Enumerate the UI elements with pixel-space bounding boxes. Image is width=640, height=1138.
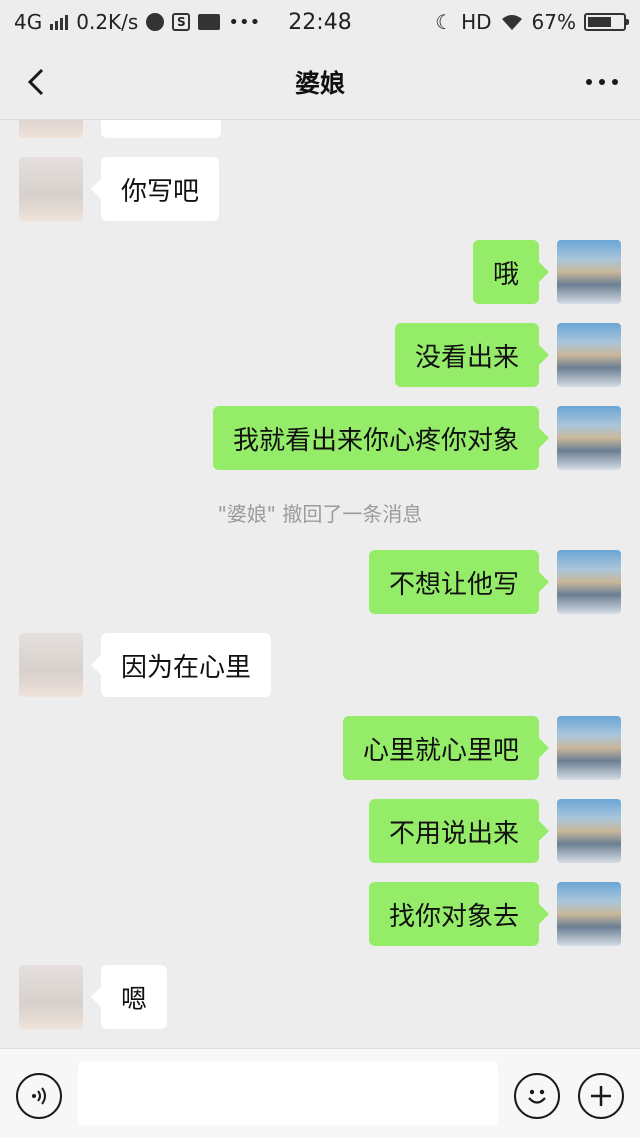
- add-button[interactable]: [578, 1073, 624, 1119]
- my-avatar[interactable]: [557, 406, 621, 470]
- message-bubble[interactable]: 我就看出来你心疼你对象: [212, 406, 550, 470]
- more-notifications-icon: •••: [228, 11, 261, 33]
- more-dots-icon: [586, 79, 618, 85]
- voice-button[interactable]: [16, 1073, 62, 1119]
- message-bubble[interactable]: 哦: [472, 240, 550, 304]
- contact-avatar[interactable]: [19, 965, 83, 1029]
- network-type: 4G: [14, 10, 43, 34]
- contact-avatar[interactable]: [19, 633, 83, 697]
- contact-avatar[interactable]: [19, 157, 83, 221]
- message-bubble[interactable]: 不想让他写: [368, 550, 550, 614]
- message-bubble[interactable]: 找你对象去: [368, 882, 550, 946]
- contact-avatar[interactable]: [19, 120, 83, 138]
- my-avatar[interactable]: [557, 240, 621, 304]
- battery-percent: 67%: [531, 10, 576, 34]
- voice-icon: [32, 1087, 46, 1105]
- message-bubble[interactable]: 嗯: [90, 965, 168, 1029]
- my-avatar[interactable]: [557, 550, 621, 614]
- video-icon: [198, 14, 221, 30]
- wifi-icon: [501, 15, 522, 30]
- plus-icon: [591, 1086, 611, 1106]
- more-button[interactable]: [582, 62, 622, 102]
- my-avatar[interactable]: [557, 323, 621, 387]
- message-input[interactable]: [78, 1061, 498, 1125]
- signal-icon: [50, 14, 69, 30]
- nav-bar: 婆娘: [0, 44, 640, 120]
- message-bubble-partial[interactable]: [101, 120, 221, 138]
- message-bubble[interactable]: 不用说出来: [368, 799, 550, 863]
- my-avatar[interactable]: [557, 716, 621, 780]
- chat-title: 婆娘: [294, 68, 345, 98]
- app-s-icon: S: [172, 13, 191, 31]
- chevron-left-icon: [27, 68, 44, 96]
- emoji-button[interactable]: [514, 1073, 560, 1119]
- status-left: 4G 0.2K/s S •••: [14, 10, 435, 34]
- my-avatar[interactable]: [557, 799, 621, 863]
- message-bubble[interactable]: 你写吧: [90, 157, 220, 221]
- status-right: ☾ HD 67%: [435, 10, 629, 34]
- message-bubble[interactable]: 心里就心里吧: [342, 716, 550, 780]
- status-bar: 4G 0.2K/s S ••• 22:48 ☾ HD 67%: [0, 0, 640, 44]
- message-bubble[interactable]: 因为在心里: [90, 633, 272, 697]
- network-speed: 0.2K/s: [76, 10, 139, 34]
- hd-indicator: HD: [461, 10, 492, 34]
- battery-icon: [584, 13, 629, 31]
- moon-icon: ☾: [435, 10, 454, 34]
- message-bubble[interactable]: 没看出来: [394, 323, 550, 387]
- back-button[interactable]: [18, 62, 58, 102]
- input-bar: [0, 1048, 640, 1138]
- my-avatar[interactable]: [557, 882, 621, 946]
- emoji-icon: [528, 1089, 546, 1104]
- recall-notice: "婆娘" 撤回了一条消息: [217, 502, 423, 526]
- chat-area[interactable]: 你写吧 哦 没看出来 我就看出来你心疼你对象 "婆娘" 撤回了一条消息 不想让他…: [0, 120, 640, 1048]
- browser-icon: [146, 13, 165, 31]
